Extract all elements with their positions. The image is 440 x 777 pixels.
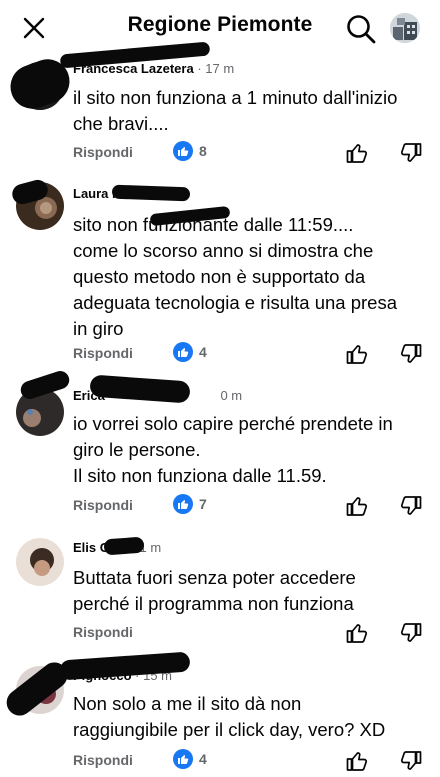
profile-picture-icon <box>16 538 64 586</box>
search-button[interactable] <box>342 10 380 48</box>
thumbs-down-icon[interactable] <box>399 494 423 518</box>
search-icon <box>347 15 376 44</box>
like-count-value: 4 <box>199 751 207 767</box>
comment-time: 0 m <box>220 388 243 403</box>
comment-actions: Rispondi <box>73 619 433 649</box>
comment-actions: Rispondi 4 <box>73 340 433 370</box>
thumbs-up-icon[interactable] <box>345 141 369 165</box>
reply-button[interactable]: Rispondi <box>73 497 133 513</box>
redaction-mark <box>103 536 145 556</box>
thumbs-up-icon[interactable] <box>345 749 369 773</box>
comment-time: 17 m <box>205 61 235 76</box>
reply-button[interactable]: Rispondi <box>73 345 133 361</box>
thumbs-up-icon[interactable] <box>345 621 369 645</box>
reply-button[interactable]: Rispondi <box>73 144 133 160</box>
like-count-value: 4 <box>199 344 207 360</box>
reply-button[interactable]: Rispondi <box>73 624 133 640</box>
like-count[interactable]: 4 <box>173 749 207 769</box>
thumbs-down-icon[interactable] <box>399 342 423 366</box>
like-badge-icon <box>173 494 193 514</box>
comment-item: Erica 0 m io vorrei solo capire perché p… <box>0 368 440 524</box>
thumbs-up-icon[interactable] <box>345 494 369 518</box>
profile-picture-icon <box>390 13 420 43</box>
thumbs-down-icon[interactable] <box>399 749 423 773</box>
comment-text: Non solo a me il sito dà non raggiungibi… <box>73 693 386 740</box>
comment-item: Elis Gaia 1 m Buttata fuori senza poter … <box>0 532 440 648</box>
comment-item: Pignocco · 15 m Non solo a me il sito dà… <box>0 651 440 771</box>
comment-actions: Rispondi 8 <box>73 139 433 169</box>
page-avatar[interactable] <box>390 13 420 43</box>
comment-item: Laura ronti · 5 m sito non funzionante d… <box>0 177 440 380</box>
like-count[interactable]: 4 <box>173 342 207 362</box>
thumbs-up-icon[interactable] <box>345 342 369 366</box>
comment-actions: Rispondi 7 <box>73 492 433 522</box>
like-badge-icon <box>173 141 193 161</box>
commenter-avatar[interactable] <box>16 538 64 586</box>
comment-item: Francesca Lazetera · 17 m il sito non fu… <box>0 41 440 174</box>
like-count-value: 8 <box>199 143 207 159</box>
comment-text: sito non funzionante dalle 11:59.... com… <box>73 214 397 339</box>
thumbs-down-icon[interactable] <box>399 141 423 165</box>
comment-actions: Rispondi 4 <box>73 747 433 777</box>
like-count-value: 7 <box>199 496 207 512</box>
top-bar: Regione Piemonte <box>0 0 440 56</box>
like-count[interactable]: 7 <box>173 494 207 514</box>
comment-text: il sito non funziona a 1 minuto dall'ini… <box>73 87 398 134</box>
thumbs-down-icon[interactable] <box>399 621 423 645</box>
redaction-mark <box>111 184 191 202</box>
like-count[interactable]: 8 <box>173 141 207 161</box>
like-badge-icon <box>173 342 193 362</box>
reply-button[interactable]: Rispondi <box>73 752 133 768</box>
comment-text: Buttata fuori senza poter accedere perch… <box>73 567 356 614</box>
comment-text: io vorrei solo capire perché prendete in… <box>73 413 393 486</box>
like-badge-icon <box>173 749 193 769</box>
